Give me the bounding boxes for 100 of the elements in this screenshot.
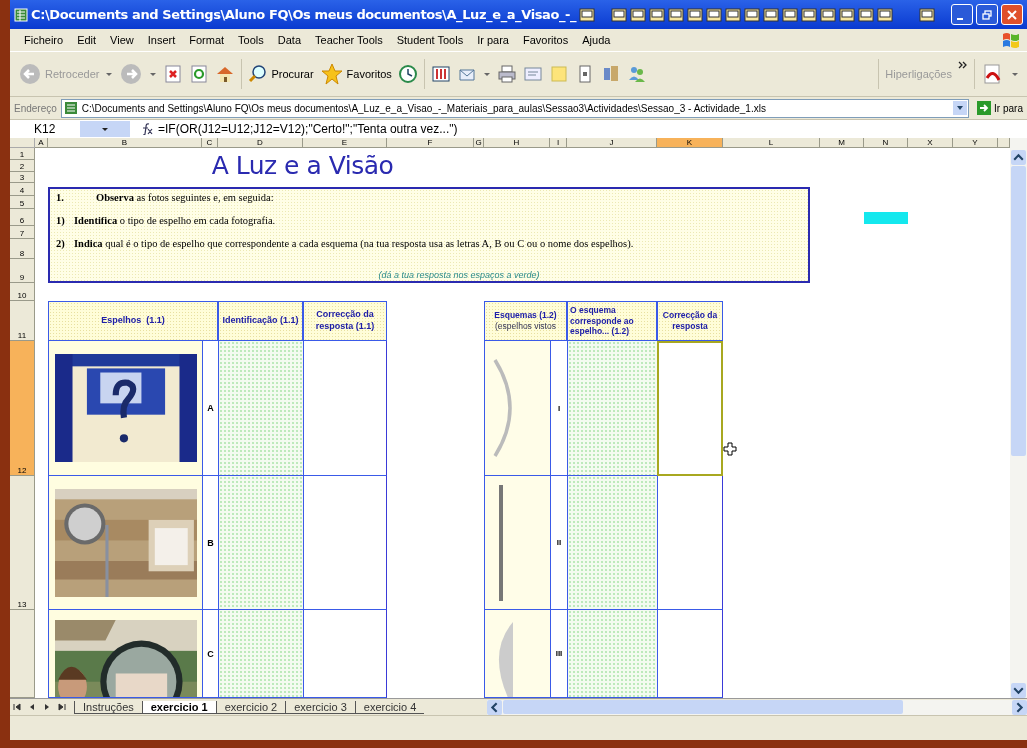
columns-icon[interactable] bbox=[430, 64, 451, 84]
window-icon[interactable] bbox=[858, 6, 875, 23]
row-header[interactable]: 4 bbox=[10, 183, 35, 196]
column-header[interactable]: A bbox=[35, 138, 48, 148]
answer-field[interactable] bbox=[218, 476, 303, 610]
menu-item[interactable]: View bbox=[110, 34, 134, 46]
dropdown-icon[interactable] bbox=[953, 101, 968, 115]
menu-item[interactable]: Ir para bbox=[477, 34, 509, 46]
menu-item[interactable]: Ajuda bbox=[582, 34, 611, 46]
window-icon[interactable] bbox=[763, 6, 780, 23]
row-header[interactable]: 10 bbox=[10, 283, 35, 301]
answer-field[interactable] bbox=[567, 476, 657, 610]
window-icon[interactable] bbox=[706, 6, 723, 23]
column-header[interactable]: J bbox=[567, 138, 657, 148]
column-header[interactable]: E bbox=[303, 138, 387, 148]
column-header[interactable]: B bbox=[48, 138, 202, 148]
scroll-left-icon[interactable] bbox=[487, 699, 502, 715]
print-icon[interactable] bbox=[496, 64, 517, 84]
window-icon[interactable] bbox=[725, 6, 742, 23]
sheet-tab[interactable]: Instruções bbox=[74, 700, 142, 714]
minimize-button[interactable] bbox=[951, 4, 973, 25]
row-header[interactable]: 11 bbox=[10, 301, 35, 341]
column-header[interactable]: X bbox=[908, 138, 953, 148]
go-button[interactable]: Ir para bbox=[973, 101, 1023, 115]
column-header[interactable]: I bbox=[550, 138, 567, 148]
column-header[interactable]: D bbox=[218, 138, 303, 148]
column-header[interactable]: N bbox=[864, 138, 908, 148]
row-header[interactable]: 1 bbox=[10, 148, 35, 160]
window-icon[interactable] bbox=[744, 6, 761, 23]
menu-item[interactable]: Insert bbox=[147, 34, 176, 46]
function-icon[interactable] bbox=[140, 123, 154, 135]
sheet-tab[interactable]: exercicio 1 bbox=[141, 700, 216, 714]
answer-field[interactable] bbox=[567, 341, 657, 476]
window-icon[interactable] bbox=[801, 6, 818, 23]
scroll-right-icon[interactable] bbox=[1012, 699, 1027, 715]
scroll-down-icon[interactable] bbox=[1011, 683, 1026, 698]
stop-icon[interactable] bbox=[163, 64, 184, 84]
menu-item[interactable]: Student Tools bbox=[396, 34, 464, 46]
column-header[interactable]: K bbox=[657, 138, 723, 148]
row-header[interactable]: 13 bbox=[10, 476, 35, 610]
answer-field[interactable] bbox=[567, 610, 657, 698]
refresh-icon[interactable] bbox=[189, 64, 210, 84]
row-header[interactable]: 6 bbox=[10, 209, 35, 226]
column-header[interactable]: F bbox=[387, 138, 474, 148]
sheet-tab[interactable]: exercicio 3 bbox=[285, 700, 355, 714]
window-icon[interactable] bbox=[919, 6, 935, 23]
caret-icon[interactable] bbox=[1011, 70, 1019, 78]
menu-item[interactable]: Tools bbox=[238, 34, 264, 46]
column-header[interactable]: L bbox=[723, 138, 820, 148]
sheet-tab[interactable]: exercicio 4 bbox=[354, 700, 425, 714]
menu-item[interactable]: Edit bbox=[77, 34, 97, 46]
close-button[interactable] bbox=[1001, 4, 1023, 25]
scroll-thumb[interactable] bbox=[503, 700, 903, 714]
table-cell[interactable] bbox=[657, 341, 723, 476]
row-header[interactable]: 8 bbox=[10, 239, 35, 259]
window-icon[interactable] bbox=[630, 6, 647, 23]
menu-item[interactable]: Data bbox=[277, 34, 302, 46]
address-field[interactable]: C:\Documents and Settings\Aluno FQ\Os meus documentos\A_Luz_e_a_Visao_-_Materiais_para_aulas\Sessao3\Actividades\Sessao_3 - Actividade_1.xls bbox=[60, 98, 970, 118]
chevron-icon[interactable] bbox=[958, 60, 968, 70]
column-header[interactable]: C bbox=[202, 138, 218, 148]
row-header[interactable]: 3 bbox=[10, 172, 35, 183]
row-header[interactable]: 9 bbox=[10, 259, 35, 283]
last-sheet-icon[interactable] bbox=[57, 702, 67, 712]
row-header[interactable]: 5 bbox=[10, 196, 35, 209]
scroll-thumb[interactable] bbox=[1011, 166, 1026, 456]
window-icon[interactable] bbox=[579, 6, 596, 23]
name-box[interactable]: K12 bbox=[10, 122, 80, 136]
search-button[interactable]: Procurar bbox=[248, 64, 314, 84]
window-icon[interactable] bbox=[649, 6, 666, 23]
caret-icon[interactable] bbox=[105, 70, 114, 78]
menu-item[interactable]: Teacher Tools bbox=[315, 34, 383, 46]
window-icon[interactable] bbox=[611, 6, 628, 23]
history-icon[interactable] bbox=[397, 64, 418, 84]
column-header[interactable]: H bbox=[484, 138, 550, 148]
formula-field[interactable]: =IF(OR(J12=U12;J12=V12);"Certo!";"Tenta outra vez...") bbox=[158, 122, 458, 136]
table-cell[interactable] bbox=[657, 610, 723, 698]
window-icon[interactable] bbox=[820, 6, 837, 23]
answer-field[interactable] bbox=[218, 341, 303, 476]
first-sheet-icon[interactable] bbox=[12, 702, 22, 712]
column-header[interactable]: M bbox=[820, 138, 864, 148]
scroll-up-icon[interactable] bbox=[1011, 150, 1026, 165]
sheet-tab[interactable]: exercicio 2 bbox=[215, 700, 286, 714]
window-icon[interactable] bbox=[877, 6, 894, 23]
row-header[interactable]: 2 bbox=[10, 160, 35, 172]
window-icon[interactable] bbox=[668, 6, 685, 23]
menu-item[interactable]: Favoritos bbox=[523, 34, 569, 46]
row-header[interactable]: 12 bbox=[10, 341, 35, 476]
menu-item[interactable]: Format bbox=[189, 34, 225, 46]
window-icon[interactable] bbox=[839, 6, 856, 23]
window-icon[interactable] bbox=[782, 6, 799, 23]
window-icon[interactable] bbox=[687, 6, 704, 23]
answer-field[interactable] bbox=[218, 610, 303, 698]
maximize-button[interactable] bbox=[976, 4, 998, 25]
table-cell[interactable] bbox=[657, 476, 723, 610]
menu-item[interactable]: Ficheiro bbox=[24, 34, 64, 46]
caret-icon[interactable] bbox=[149, 70, 158, 78]
caret-icon[interactable] bbox=[482, 70, 491, 78]
row-header[interactable]: 7 bbox=[10, 226, 35, 239]
column-header[interactable]: Y bbox=[953, 138, 998, 148]
favorites-button[interactable]: Favoritos bbox=[319, 62, 392, 86]
